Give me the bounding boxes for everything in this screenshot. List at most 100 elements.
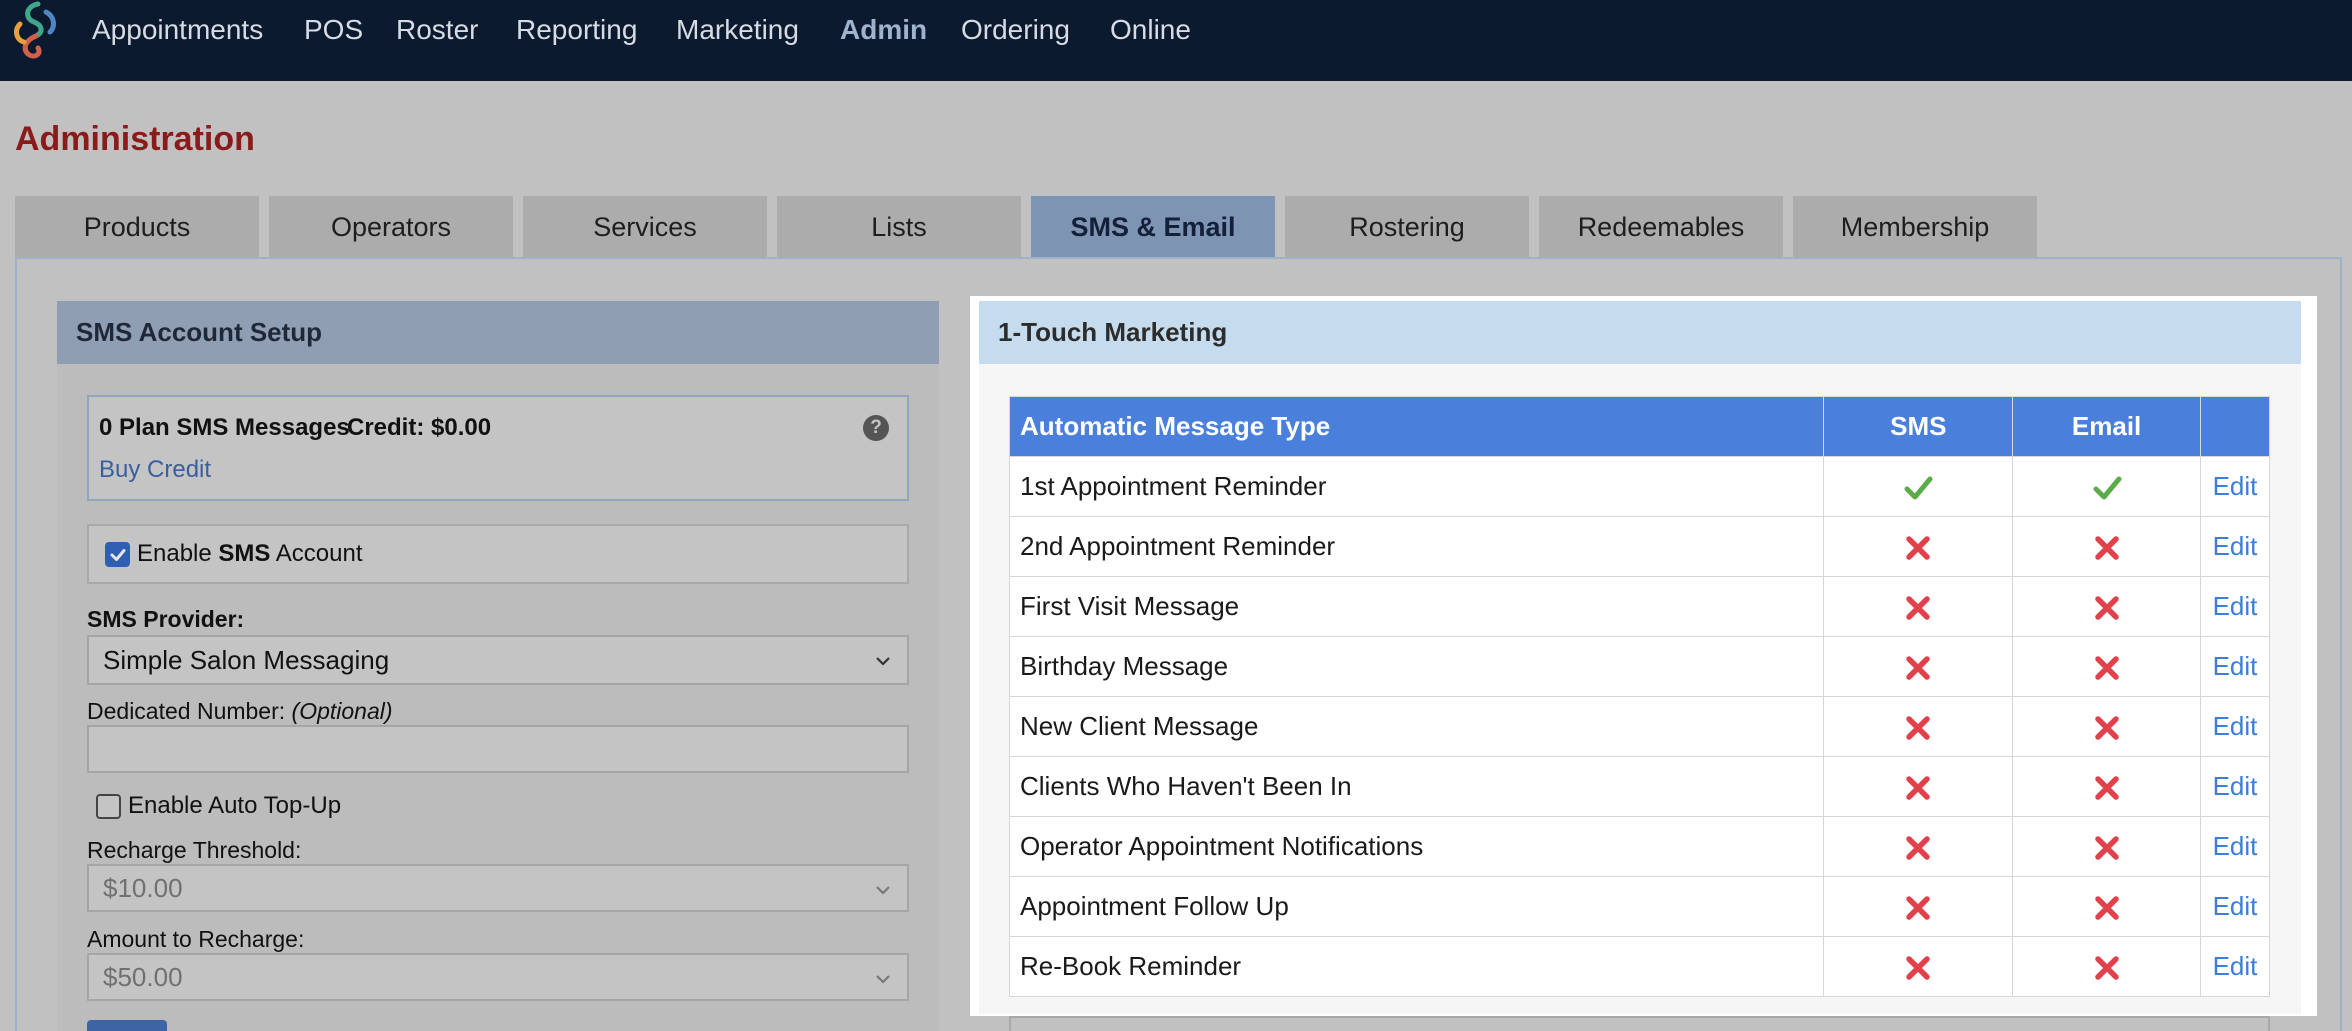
sms-status-cell bbox=[1823, 756, 2014, 817]
top-nav-bar: Appointments POS Roster Reporting Marketing A… bbox=[0, 0, 2352, 81]
table-row: Clients Who Haven't Been In Edit bbox=[1008, 756, 2270, 817]
column-header-action bbox=[2200, 396, 2270, 457]
sms-status-cell bbox=[1823, 936, 2014, 997]
checkmark-icon bbox=[110, 548, 125, 561]
nav-item-online[interactable]: Online bbox=[1110, 12, 1191, 48]
sms-account-setup-header: SMS Account Setup bbox=[57, 301, 939, 364]
cross-icon bbox=[1906, 655, 1931, 680]
auto-topup-checkbox[interactable] bbox=[96, 794, 121, 819]
column-header-email: Email bbox=[2012, 396, 2201, 457]
table-row: Appointment Follow Up Edit bbox=[1008, 876, 2270, 937]
message-type-cell: 1st Appointment Reminder bbox=[1008, 456, 1825, 517]
next-section-edge bbox=[1009, 1016, 2270, 1031]
email-status-cell bbox=[2012, 876, 2201, 937]
sms-status-cell bbox=[1823, 636, 2014, 697]
tab-operators[interactable]: Operators bbox=[269, 196, 513, 258]
message-type-cell: New Client Message bbox=[1008, 696, 1825, 757]
plan-sms-messages: 0 Plan SMS Messages bbox=[99, 414, 350, 441]
edit-link[interactable]: Edit bbox=[2200, 876, 2270, 937]
tab-products[interactable]: Products bbox=[15, 196, 259, 258]
email-status-cell bbox=[2012, 576, 2201, 637]
cross-icon bbox=[1906, 775, 1931, 800]
email-status-cell bbox=[2012, 516, 2201, 577]
nav-item-reporting[interactable]: Reporting bbox=[516, 12, 637, 48]
edit-link[interactable]: Edit bbox=[2200, 456, 2270, 517]
nav-item-marketing[interactable]: Marketing bbox=[676, 12, 799, 48]
app-logo-icon[interactable] bbox=[8, 0, 62, 62]
email-status-cell bbox=[2012, 696, 2201, 757]
column-header-sms: SMS bbox=[1823, 396, 2014, 457]
cross-icon bbox=[1906, 955, 1931, 980]
check-icon bbox=[1904, 476, 1933, 500]
nav-item-pos[interactable]: POS bbox=[304, 12, 363, 48]
nav-item-admin[interactable]: Admin bbox=[840, 12, 927, 48]
sms-status-cell bbox=[1823, 456, 2014, 517]
message-type-cell: Operator Appointment Notifications bbox=[1008, 816, 1825, 877]
email-status-cell bbox=[2012, 936, 2201, 997]
cross-icon bbox=[2094, 835, 2119, 860]
check-icon bbox=[2093, 476, 2122, 500]
tab-sms-email[interactable]: SMS & Email bbox=[1031, 196, 1275, 258]
chevron-down-icon bbox=[876, 975, 890, 984]
table-row: Birthday Message Edit bbox=[1008, 636, 2270, 697]
one-touch-marketing-header: 1-Touch Marketing bbox=[979, 301, 2301, 364]
column-header-type: Automatic Message Type bbox=[1008, 396, 1825, 457]
tab-lists[interactable]: Lists bbox=[777, 196, 1021, 258]
message-type-cell: Appointment Follow Up bbox=[1008, 876, 1825, 937]
nav-item-roster[interactable]: Roster bbox=[396, 12, 478, 48]
table-row: Re-Book Reminder Edit bbox=[1008, 936, 2270, 997]
cross-icon bbox=[2094, 955, 2119, 980]
tab-membership[interactable]: Membership bbox=[1793, 196, 2037, 258]
amount-to-recharge-select[interactable]: $50.00 bbox=[87, 953, 909, 1001]
table-row: New Client Message Edit bbox=[1008, 696, 2270, 757]
nav-item-ordering[interactable]: Ordering bbox=[961, 12, 1070, 48]
sms-provider-select[interactable]: Simple Salon Messaging bbox=[87, 635, 909, 685]
table-row: First Visit Message Edit bbox=[1008, 576, 2270, 637]
message-type-cell: Clients Who Haven't Been In bbox=[1008, 756, 1825, 817]
enable-sms-label[interactable]: Enable SMS Account bbox=[137, 538, 362, 570]
auto-topup-label[interactable]: Enable Auto Top-Up bbox=[128, 790, 341, 822]
edit-link[interactable]: Edit bbox=[2200, 816, 2270, 877]
message-type-cell: Re-Book Reminder bbox=[1008, 936, 1825, 997]
tab-redeemables[interactable]: Redeemables bbox=[1539, 196, 1783, 258]
message-type-cell: First Visit Message bbox=[1008, 576, 1825, 637]
edit-link[interactable]: Edit bbox=[2200, 516, 2270, 577]
cross-icon bbox=[1906, 595, 1931, 620]
table-header-row: Automatic Message Type SMS Email bbox=[1008, 396, 2270, 457]
tab-services[interactable]: Services bbox=[523, 196, 767, 258]
buy-credit-link[interactable]: Buy Credit bbox=[99, 454, 211, 486]
amount-to-recharge-label: Amount to Recharge: bbox=[87, 926, 305, 952]
cross-icon bbox=[2094, 595, 2119, 620]
cross-icon bbox=[2094, 535, 2119, 560]
edit-link[interactable]: Edit bbox=[2200, 696, 2270, 757]
chevron-down-icon bbox=[876, 886, 890, 895]
email-status-cell bbox=[2012, 816, 2201, 877]
edit-link[interactable]: Edit bbox=[2200, 636, 2270, 697]
help-icon[interactable]: ? bbox=[863, 415, 889, 441]
sms-provider-value: Simple Salon Messaging bbox=[103, 644, 390, 675]
nav-item-appointments[interactable]: Appointments bbox=[92, 12, 263, 48]
page-title: Administration bbox=[15, 120, 255, 158]
enable-sms-checkbox[interactable] bbox=[105, 542, 130, 567]
sms-status-cell bbox=[1823, 816, 2014, 877]
save-button[interactable] bbox=[87, 1020, 167, 1031]
edit-link[interactable]: Edit bbox=[2200, 756, 2270, 817]
automatic-messages-table: Automatic Message Type SMS Email 1st App… bbox=[1008, 396, 2270, 997]
email-status-cell bbox=[2012, 636, 2201, 697]
table-row: Operator Appointment Notifications Edit bbox=[1008, 816, 2270, 877]
sms-status-cell bbox=[1823, 696, 2014, 757]
edit-link[interactable]: Edit bbox=[2200, 936, 2270, 997]
email-status-cell bbox=[2012, 456, 2201, 517]
table-row: 1st Appointment Reminder Edit bbox=[1008, 456, 2270, 517]
cross-icon bbox=[2094, 715, 2119, 740]
recharge-threshold-value: $10.00 bbox=[103, 872, 183, 903]
recharge-threshold-select[interactable]: $10.00 bbox=[87, 864, 909, 912]
message-type-cell: 2nd Appointment Reminder bbox=[1008, 516, 1825, 577]
edit-link[interactable]: Edit bbox=[2200, 576, 2270, 637]
cross-icon bbox=[1906, 835, 1931, 860]
cross-icon bbox=[2094, 655, 2119, 680]
dedicated-number-input[interactable] bbox=[87, 725, 909, 773]
sms-credit-balance: Credit: $0.00 bbox=[347, 414, 492, 441]
tab-rostering[interactable]: Rostering bbox=[1285, 196, 1529, 258]
cross-icon bbox=[1906, 535, 1931, 560]
